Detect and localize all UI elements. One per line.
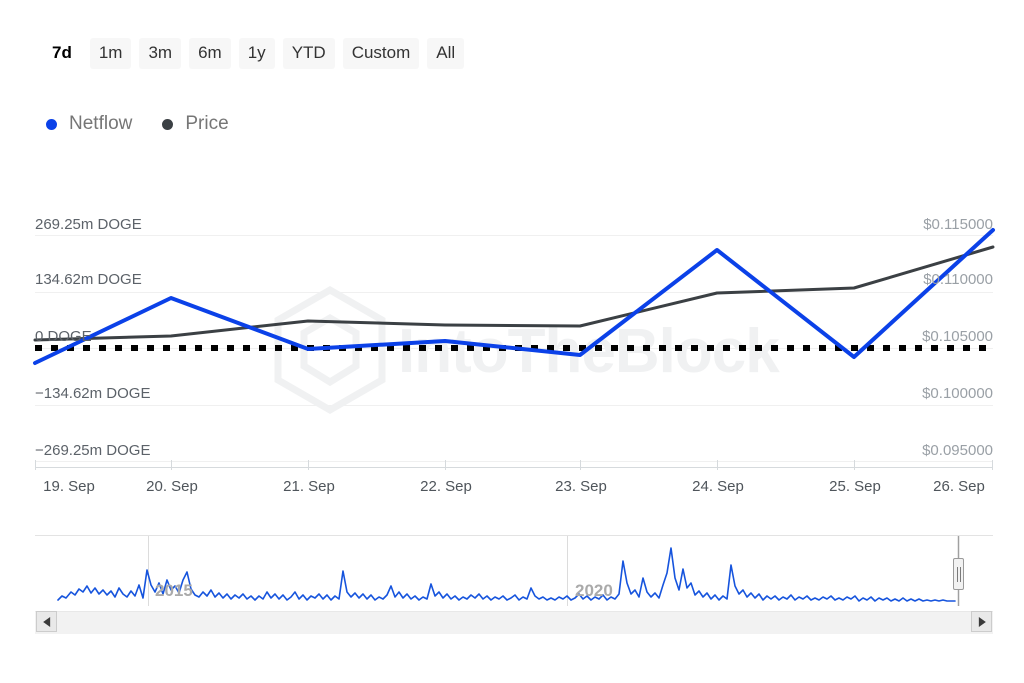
x-axis-label-2: 21. Sep [283,478,335,496]
navigator-year-label-2020: 2020 [575,581,613,601]
y2-axis-label-4: $0.095000 [922,442,993,460]
navigator-drag-handle-right[interactable] [953,558,964,590]
x-axis-label-6: 25. Sep [829,478,881,496]
chevron-left-icon [43,617,50,627]
scroll-right-button[interactable] [971,611,992,632]
navigator-scrollbar-track[interactable] [35,611,993,634]
chevron-right-icon [978,617,985,627]
y-axis-label-4: −269.25m DOGE [35,442,150,460]
y-axis-label-0: 269.25m DOGE [35,216,142,234]
navigator-year-label-2015: 2015 [155,581,193,601]
chart-plot[interactable]: IntoTheBlock [0,0,1024,683]
y2-axis-label-1: $0.110000 [923,271,993,289]
handle-grip-line-1 [957,567,958,582]
scroll-left-button[interactable] [36,611,57,632]
x-axis-label-0: 19. Sep [43,478,95,496]
series-line-price [35,247,993,340]
x-axis-label-5: 24. Sep [692,478,744,496]
y2-axis-label-2: $0.105000 [922,328,993,346]
x-axis-label-1: 20. Sep [146,478,198,496]
y-axis-label-1: 134.62m DOGE [35,271,142,289]
x-axis-label-4: 23. Sep [555,478,607,496]
handle-grip-line-2 [960,567,961,582]
watermark-label: IntoTheBlock [398,317,780,386]
x-axis-label-3: 22. Sep [420,478,472,496]
y-axis-label-2: 0 DOGE [35,328,92,346]
chart-page: 7d 1m 3m 6m 1y YTD Custom All Netflow Pr… [0,0,1024,683]
y-axis-label-3: −134.62m DOGE [35,385,150,403]
x-axis-label-7: 26. Sep [933,478,985,496]
y2-axis-label-0: $0.115000 [923,216,993,234]
y2-axis-label-3: $0.100000 [922,385,993,403]
